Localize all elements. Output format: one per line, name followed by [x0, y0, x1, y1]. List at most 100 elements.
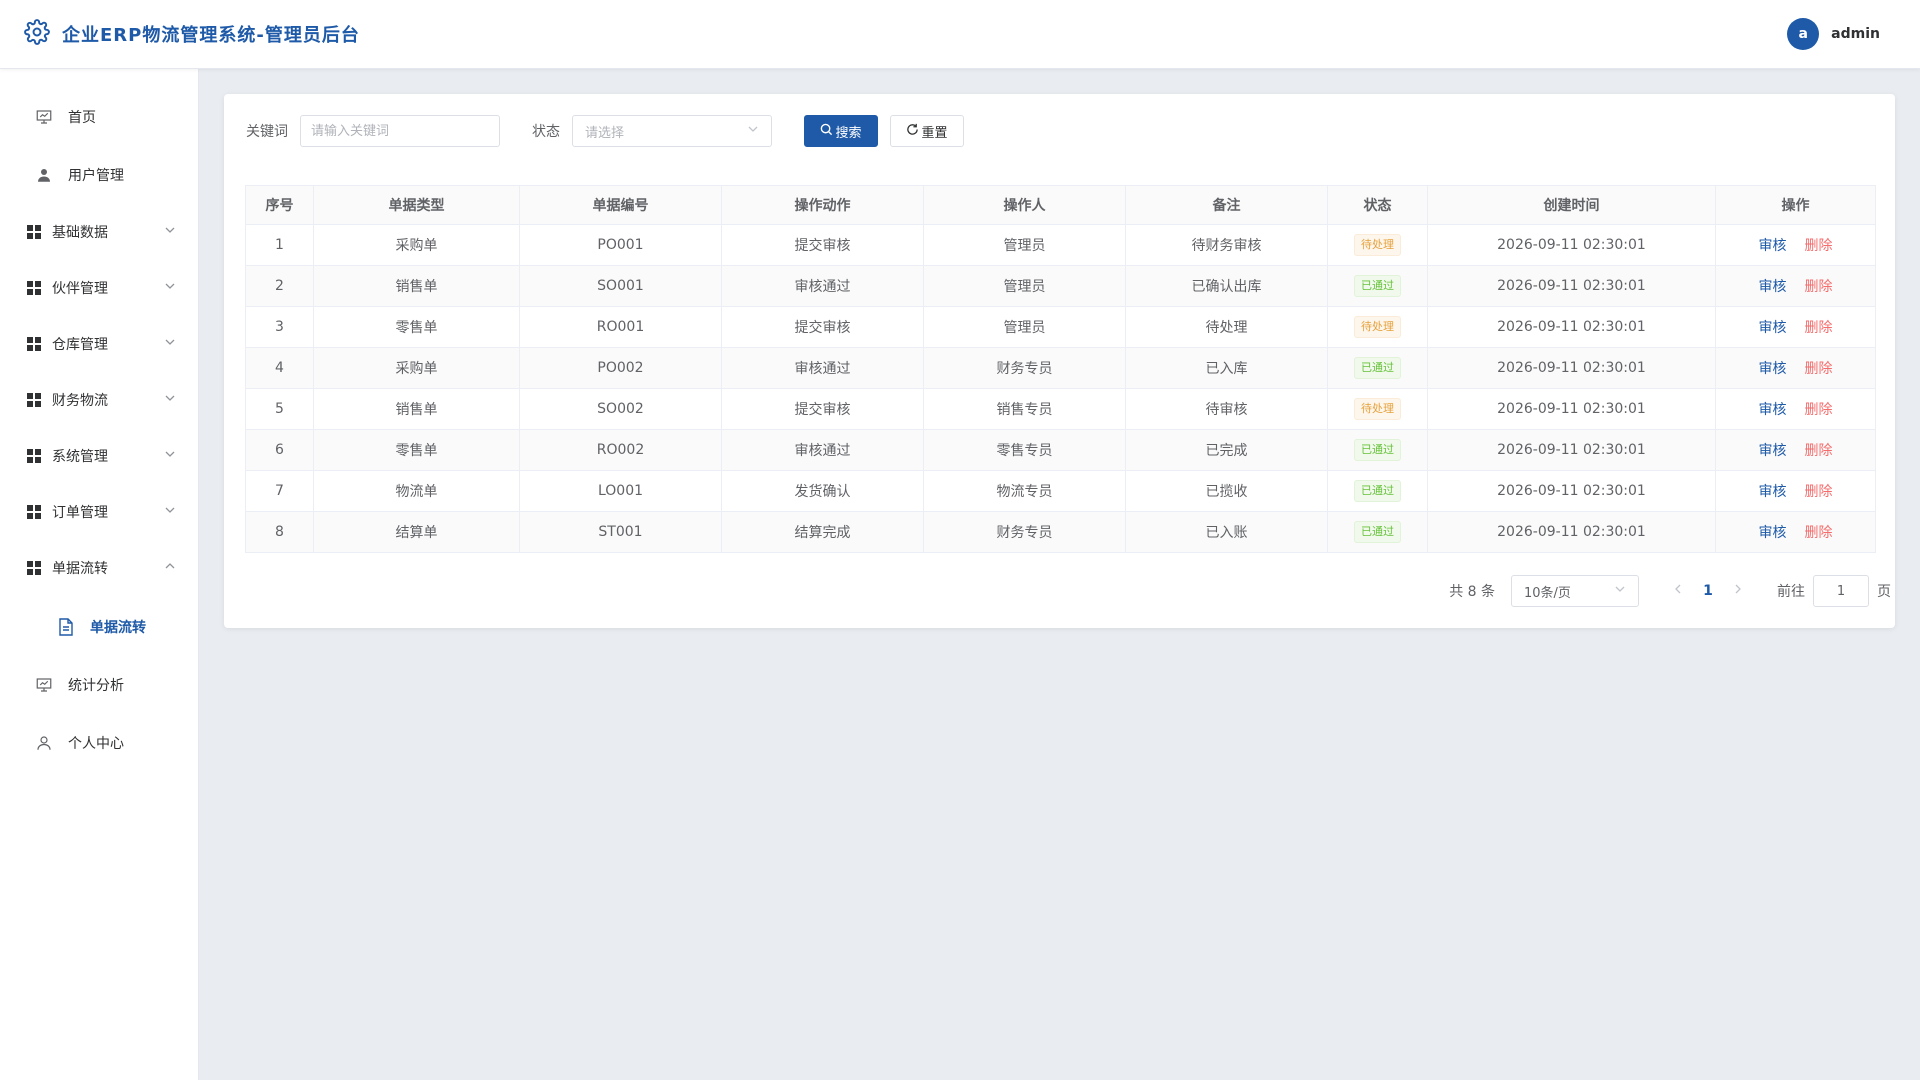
reset-button-label: 重置 [921, 125, 948, 141]
search-button[interactable]: 搜索 [804, 115, 878, 147]
sidebar: 首页 用户管理 基础数据 伙伴管理 仓库管理 财务物流 系统管理 订单管理 单据… [0, 69, 199, 1080]
audit-link[interactable]: 审核 [1759, 279, 1787, 295]
goto-page-input[interactable] [1813, 575, 1869, 607]
cell-type: 采购单 [313, 224, 520, 266]
delete-link[interactable]: 删除 [1805, 443, 1833, 459]
user-menu[interactable]: a admin [1787, 18, 1880, 50]
sidebar-group-label: 单据流转 [52, 561, 108, 577]
audit-link[interactable]: 审核 [1759, 402, 1787, 418]
cell-type: 零售单 [313, 306, 520, 348]
grid-icon [24, 390, 44, 410]
grid-icon [24, 222, 44, 242]
cell-remark: 待处理 [1125, 306, 1328, 348]
document-icon [56, 617, 76, 637]
column-header[interactable]: 单据编号 [519, 185, 722, 225]
chevron-down-icon [164, 448, 176, 464]
audit-link[interactable]: 审核 [1759, 361, 1787, 377]
cell-remark: 已完成 [1125, 429, 1328, 471]
chevron-down-icon [164, 336, 176, 352]
sidebar-item-document-flow[interactable]: 单据流转 [0, 601, 198, 653]
sidebar-item-home[interactable]: 首页 [0, 91, 198, 143]
cell-type: 结算单 [313, 511, 520, 553]
sidebar-group-document-flow[interactable]: 单据流转 [0, 542, 198, 594]
delete-link[interactable]: 删除 [1805, 279, 1833, 295]
content-card: 关键词 状态 请选择 搜索 重置 序号 单据类型 单据编号 操作动作 操作人 [224, 94, 1895, 628]
delete-link[interactable]: 删除 [1805, 320, 1833, 336]
cell-no: 1 [245, 224, 314, 266]
chevron-up-icon [164, 560, 176, 576]
cell-type: 销售单 [313, 265, 520, 307]
page-number[interactable]: 1 [1693, 583, 1723, 599]
cell-remark: 已揽收 [1125, 470, 1328, 512]
cell-time: 2026-09-11 02:30:01 [1427, 388, 1716, 430]
cell-time: 2026-09-11 02:30:01 [1427, 429, 1716, 471]
column-header[interactable]: 创建时间 [1427, 185, 1716, 225]
sidebar-item-label: 用户管理 [68, 168, 124, 184]
table-row: 6 零售单 RO002 审核通过 零售专员 已完成 已通过 2026-09-11 02:30:… [245, 429, 1876, 471]
sidebar-group-warehouse[interactable]: 仓库管理 [0, 318, 198, 370]
cell-no: 5 [245, 388, 314, 430]
sidebar-group-basic-data[interactable]: 基础数据 [0, 206, 198, 258]
delete-link[interactable]: 删除 [1805, 402, 1833, 418]
column-header[interactable]: 单据类型 [313, 185, 520, 225]
sidebar-group-orders[interactable]: 订单管理 [0, 486, 198, 538]
username[interactable]: admin [1831, 26, 1880, 42]
column-header[interactable]: 序号 [245, 185, 314, 225]
sidebar-group-label: 系统管理 [52, 449, 108, 465]
user-icon [34, 165, 54, 185]
delete-link[interactable]: 删除 [1805, 238, 1833, 254]
sidebar-item-stats[interactable]: 统计分析 [0, 659, 198, 711]
status-select[interactable]: 请选择 [572, 115, 772, 147]
column-header[interactable]: 操作人 [923, 185, 1126, 225]
sidebar-group-finance-logistics[interactable]: 财务物流 [0, 374, 198, 426]
next-page-icon[interactable] [1723, 583, 1753, 599]
table-row: 2 销售单 SO001 审核通过 管理员 已确认出库 已通过 2026-09-11 02:30… [245, 265, 1876, 307]
cell-operator: 财务专员 [923, 511, 1126, 553]
cell-actions: 审核 删除 [1715, 429, 1876, 471]
cell-code: RO001 [519, 306, 722, 348]
sidebar-item-label: 个人中心 [68, 736, 124, 752]
cell-time: 2026-09-11 02:30:01 [1427, 306, 1716, 348]
gear-icon [24, 19, 50, 49]
cell-code: SO002 [519, 388, 722, 430]
sidebar-item-label: 统计分析 [68, 678, 124, 694]
column-header[interactable]: 状态 [1327, 185, 1428, 225]
audit-link[interactable]: 审核 [1759, 320, 1787, 336]
sidebar-group-system[interactable]: 系统管理 [0, 430, 198, 482]
audit-link[interactable]: 审核 [1759, 525, 1787, 541]
cell-time: 2026-09-11 02:30:01 [1427, 347, 1716, 389]
delete-link[interactable]: 删除 [1805, 361, 1833, 377]
delete-link[interactable]: 删除 [1805, 525, 1833, 541]
delete-link[interactable]: 删除 [1805, 484, 1833, 500]
cell-no: 8 [245, 511, 314, 553]
cell-operator: 物流专员 [923, 470, 1126, 512]
cell-time: 2026-09-11 02:30:01 [1427, 511, 1716, 553]
page-size-select[interactable]: 10条/页 [1511, 575, 1639, 607]
table-row: 4 采购单 PO002 审核通过 财务专员 已入库 已通过 2026-09-11 02:30:… [245, 347, 1876, 389]
refresh-icon [906, 123, 919, 140]
sidebar-group-partners[interactable]: 伙伴管理 [0, 262, 198, 314]
column-header[interactable]: 操作动作 [721, 185, 924, 225]
cell-actions: 审核 删除 [1715, 388, 1876, 430]
audit-link[interactable]: 审核 [1759, 238, 1787, 254]
status-badge: 待处理 [1354, 234, 1401, 256]
search-button-label: 搜索 [835, 125, 862, 141]
column-header[interactable]: 备注 [1125, 185, 1328, 225]
avatar[interactable]: a [1787, 18, 1820, 50]
cell-time: 2026-09-11 02:30:01 [1427, 224, 1716, 266]
reset-button[interactable]: 重置 [890, 115, 964, 147]
prev-page-icon[interactable] [1663, 583, 1693, 599]
cell-operator: 管理员 [923, 224, 1126, 266]
top-header: 企业ERP物流管理系统-管理员后台 a admin [0, 0, 1920, 69]
cell-no: 4 [245, 347, 314, 389]
sidebar-item-profile[interactable]: 个人中心 [0, 717, 198, 769]
sidebar-item-users[interactable]: 用户管理 [0, 149, 198, 201]
cell-remark: 待财务审核 [1125, 224, 1328, 266]
filter-bar: 关键词 状态 请选择 搜索 重置 [246, 115, 964, 147]
keyword-input[interactable] [300, 115, 500, 147]
status-badge: 已通过 [1354, 275, 1401, 297]
chevron-down-icon [747, 123, 759, 139]
audit-link[interactable]: 审核 [1759, 443, 1787, 459]
audit-link[interactable]: 审核 [1759, 484, 1787, 500]
cell-no: 2 [245, 265, 314, 307]
